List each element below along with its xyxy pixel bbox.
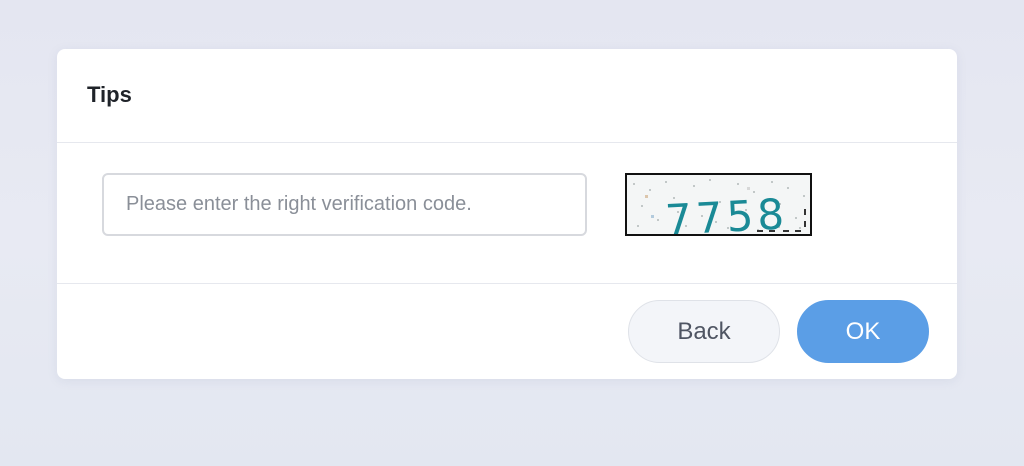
dialog-title: Tips xyxy=(87,81,132,107)
verification-dialog: Tips Please enter the right verification… xyxy=(57,49,957,379)
captcha-graphic: 7758 xyxy=(633,179,806,234)
dialog-footer: Back OK xyxy=(57,284,957,379)
dialog-header: Tips xyxy=(57,49,957,143)
verification-code-input[interactable] xyxy=(102,173,587,236)
dialog-body: 7758 xyxy=(57,143,957,284)
captcha-text: 7758 xyxy=(664,189,789,234)
captcha-image[interactable]: 7758 xyxy=(625,173,812,236)
ok-button[interactable]: OK xyxy=(797,300,929,363)
back-button[interactable]: Back xyxy=(628,300,780,363)
